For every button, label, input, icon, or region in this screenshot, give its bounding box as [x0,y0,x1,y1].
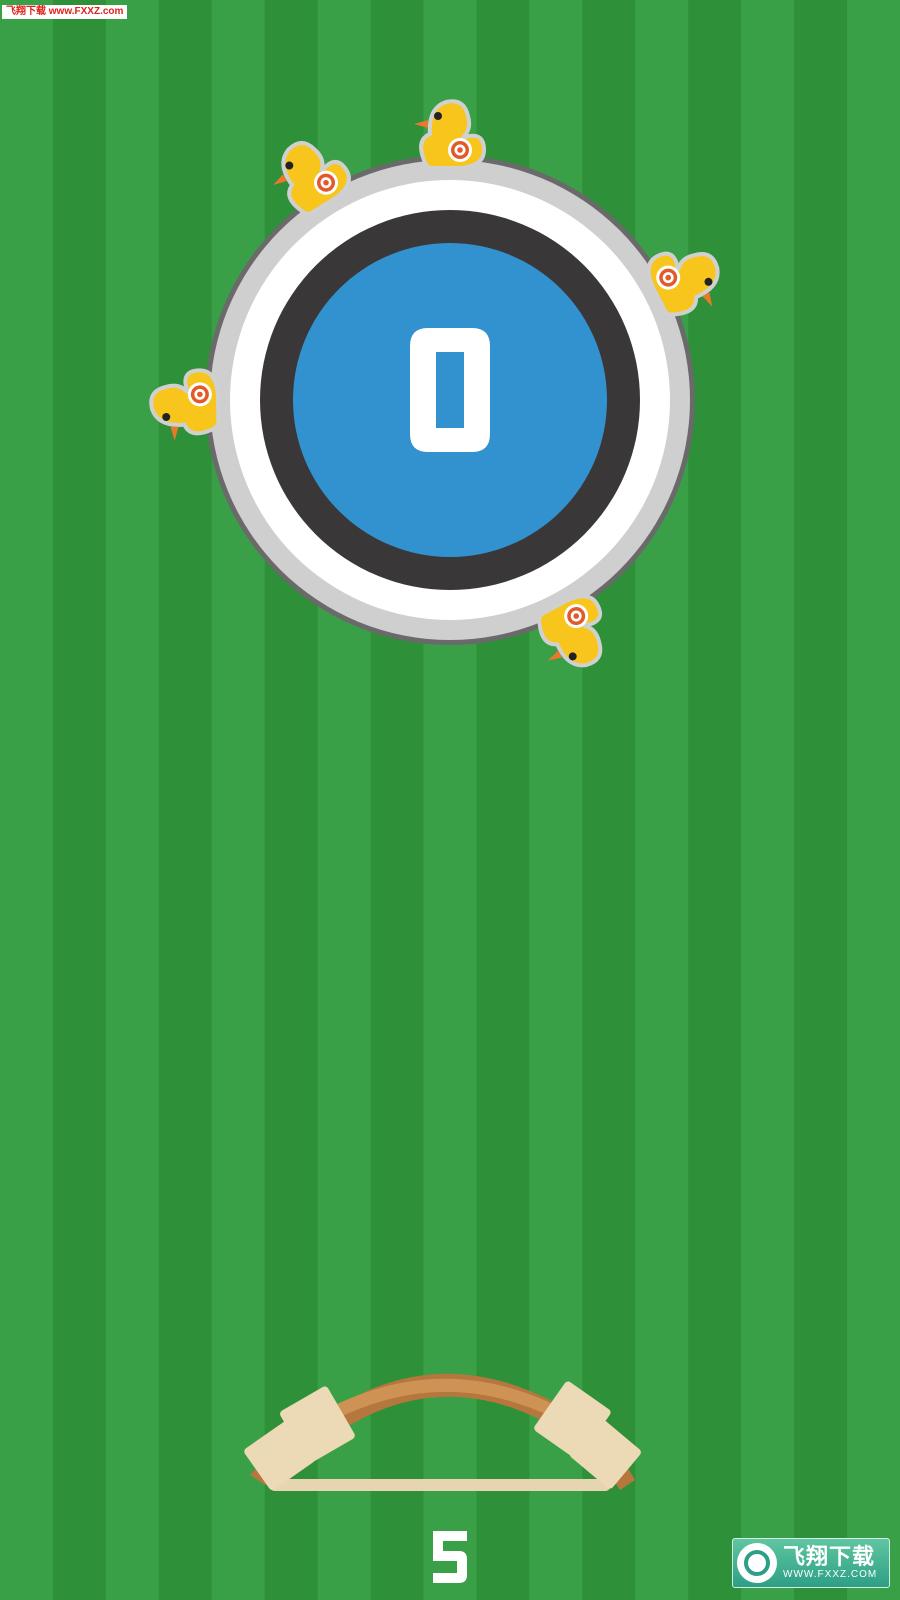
logo-subtitle: WWW.FXXZ.COM [783,1569,878,1580]
duck-left [149,368,221,441]
score-display: 0 [350,310,550,470]
logo-title: 飞翔下载 [783,1544,876,1569]
logo-mark [737,1543,777,1583]
fxxz-logo-icon: 飞翔下载 WWW.FXXZ.COM [732,1538,890,1588]
bow-icon[interactable] [230,1350,670,1520]
arrows-remaining: 5 [410,1522,490,1592]
duck-top [414,99,487,170]
